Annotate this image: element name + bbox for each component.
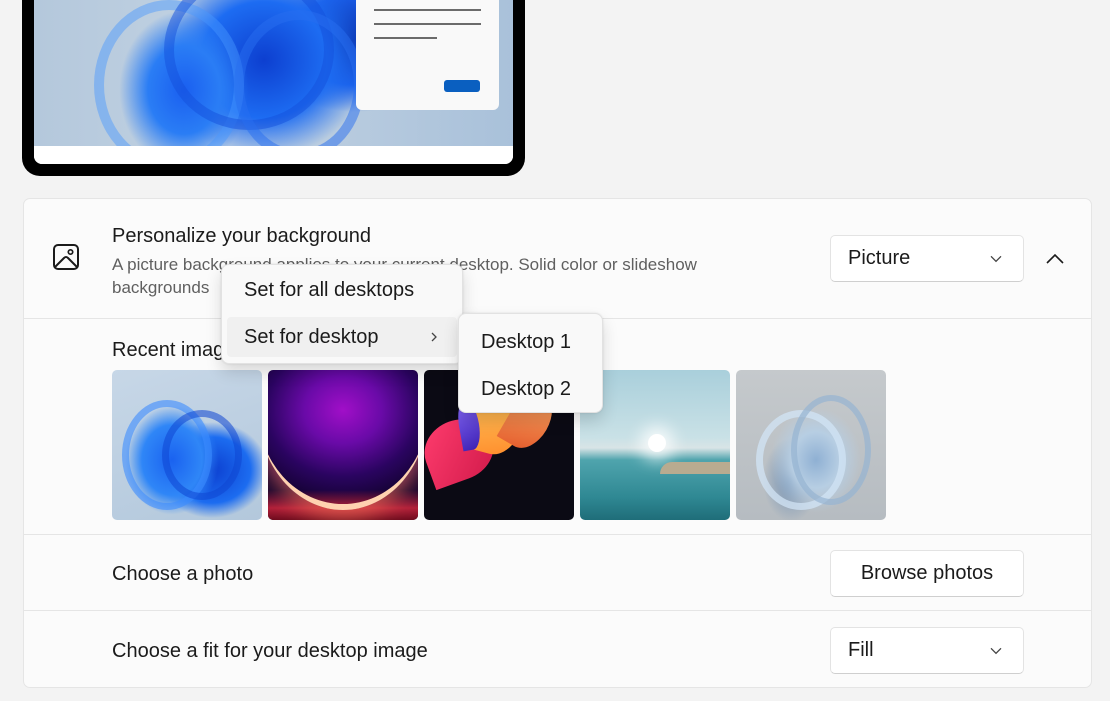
submenu-item-desktop-1[interactable]: Desktop 1 xyxy=(464,322,597,362)
chevron-up-icon[interactable] xyxy=(1044,249,1066,269)
fit-value: Fill xyxy=(848,639,874,661)
preview-taskbar xyxy=(34,146,513,164)
recent-image-thumbnail[interactable] xyxy=(736,370,886,520)
browse-photos-button[interactable]: Browse photos xyxy=(830,550,1024,597)
section-title: Personalize your background xyxy=(112,225,372,247)
menu-item-label: Set for desktop xyxy=(244,325,379,348)
thumbnail-arc xyxy=(268,370,418,510)
recent-image-thumbnail[interactable] xyxy=(112,370,262,520)
fit-dropdown[interactable]: Fill xyxy=(830,627,1024,674)
preview-text-line xyxy=(374,23,481,25)
desktop-submenu: Desktop 1 Desktop 2 xyxy=(458,313,603,413)
thumbnail-sun xyxy=(648,434,666,452)
image-icon xyxy=(53,244,79,270)
background-type-value: Picture xyxy=(848,247,911,269)
preview-accent-button xyxy=(444,80,480,92)
thumbnail-swirl xyxy=(162,410,242,500)
preview-screen xyxy=(34,0,513,164)
chevron-down-icon xyxy=(990,255,1002,262)
thumbnail-shore xyxy=(660,462,730,474)
wallpaper-swirl xyxy=(234,10,364,160)
recent-image-thumbnail[interactable] xyxy=(268,370,418,520)
context-menu: Set for all desktops Set for desktop xyxy=(221,264,463,364)
divider xyxy=(24,610,1091,611)
submenu-item-desktop-2[interactable]: Desktop 2 xyxy=(464,369,597,409)
personalize-background-card: Personalize your background A picture ba… xyxy=(23,198,1092,688)
chevron-down-icon xyxy=(990,647,1002,654)
menu-item-set-for-desktop[interactable]: Set for desktop xyxy=(227,317,457,357)
chevron-right-icon xyxy=(431,332,437,342)
thumbnail-swirl xyxy=(791,395,871,505)
preview-text-line xyxy=(374,9,481,11)
preview-text-line xyxy=(374,37,437,39)
background-type-dropdown[interactable]: Picture xyxy=(830,235,1024,282)
menu-item-set-for-all-desktops[interactable]: Set for all desktops xyxy=(227,270,457,310)
divider xyxy=(24,534,1091,535)
preview-window xyxy=(356,0,499,110)
choose-photo-label: Choose a photo xyxy=(112,563,254,585)
choose-fit-label: Choose a fit for your desktop image xyxy=(112,640,428,662)
desktop-preview xyxy=(22,0,525,176)
